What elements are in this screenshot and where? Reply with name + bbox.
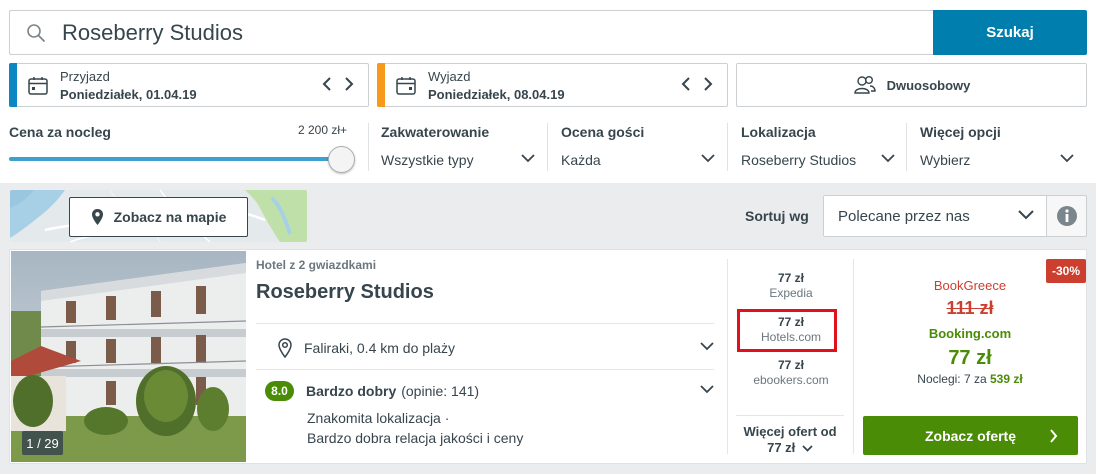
price-max-label: 2 200 zł+ <box>298 123 348 137</box>
chevron-down-icon <box>701 154 715 163</box>
sort-value: Polecane przez nas <box>838 207 970 225</box>
chevron-right-icon[interactable] <box>703 76 713 92</box>
checkin-label: Przyjazd <box>60 69 110 84</box>
checkin-date-picker[interactable]: Przyjazd Poniedziałek, 01.04.19 <box>9 63 369 107</box>
search-input[interactable] <box>62 19 882 46</box>
price-slider-handle[interactable] <box>328 146 355 173</box>
offer-item[interactable]: 77 zł Expedia <box>737 271 845 301</box>
old-price: 111 zł <box>946 298 994 318</box>
filter-divider <box>368 123 369 171</box>
calendar-icon <box>396 76 416 100</box>
hotel-name[interactable]: Roseberry Studios <box>256 281 434 304</box>
filter-divider <box>906 123 907 171</box>
offer-site: ebookers.com <box>753 373 829 387</box>
more-offers-price: 77 zł <box>767 440 796 455</box>
price-slider-track[interactable] <box>9 157 339 161</box>
location-filter[interactable]: Lokalizacja Roseberry Studios <box>741 124 896 168</box>
chevron-down-icon <box>1060 154 1074 163</box>
search-button[interactable]: Szukaj <box>933 10 1087 55</box>
view-deal-button[interactable]: Zobacz ofertę <box>863 416 1078 455</box>
checkout-label: Wyjazd <box>428 69 471 84</box>
chevron-down-icon <box>802 445 813 452</box>
sort-select[interactable]: Polecane przez nas <box>823 195 1047 237</box>
offer-item[interactable]: 77 zł ebookers.com <box>737 358 845 388</box>
hotel-rating-row[interactable]: 8.0 Bardzo dobry (opinie: 141) <box>265 381 714 401</box>
column-divider <box>727 259 728 454</box>
view-on-map-button[interactable]: Zobacz na mapie <box>69 197 248 237</box>
offer-highlight-frame <box>737 309 837 352</box>
map-pin-icon <box>91 209 103 225</box>
chevron-left-icon[interactable] <box>322 76 332 92</box>
chevron-down-icon <box>700 385 714 394</box>
more-options-filter-title: Więcej opcji <box>920 124 1001 140</box>
review-highlight: Znakomita lokalizacja · <box>307 410 450 426</box>
rating-score-badge: 8.0 <box>265 381 294 401</box>
guest-rating-filter[interactable]: Ocena gości Każda <box>561 124 716 168</box>
filter-divider <box>547 123 548 171</box>
more-options-filter-value: Wybierz <box>920 152 971 168</box>
hotel-photo[interactable]: 1 / 29 <box>11 251 246 462</box>
chevron-left-icon[interactable] <box>681 76 691 92</box>
nights-summary: Noclegi: 7 za 539 zł <box>855 372 1085 386</box>
hotel-location-row[interactable]: Faliraki, 0.4 km do plaży <box>266 333 714 363</box>
checkin-value: Poniedziałek, 01.04.19 <box>60 87 197 102</box>
info-icon <box>1056 206 1077 226</box>
location-filter-title: Lokalizacja <box>741 124 816 140</box>
accommodation-filter[interactable]: Zakwaterowanie Wszystkie typy <box>381 124 536 168</box>
map-pin-icon <box>266 338 304 358</box>
hotel-type: Hotel z 2 gwiazdkami <box>256 258 377 272</box>
chevron-down-icon <box>700 342 714 351</box>
search-header: Szukaj Przyjazd Poniedziałek, 01.04.19 W… <box>0 0 1096 183</box>
guests-selector[interactable]: Dwuosobowy <box>736 63 1087 107</box>
more-offers-button[interactable]: Więcej ofert od 77 zł <box>736 415 844 458</box>
divider <box>256 369 714 370</box>
search-field[interactable] <box>9 10 934 55</box>
location-filter-value: Roseberry Studios <box>741 152 857 168</box>
guest-rating-filter-value: Każda <box>561 152 601 168</box>
calendar-icon <box>28 76 48 100</box>
offer-price: 77 zł <box>777 358 804 372</box>
view-on-map-label: Zobacz na mapie <box>113 209 227 225</box>
chevron-right-icon[interactable] <box>344 76 354 92</box>
chevron-right-icon <box>1050 429 1058 443</box>
best-deal-site: Booking.com <box>928 326 1012 341</box>
compare-site: BookGreece <box>933 278 1007 293</box>
offer-site: Expedia <box>769 286 813 300</box>
chevron-down-icon <box>881 154 895 163</box>
guests-label: Dwuosobowy <box>886 77 971 93</box>
users-icon <box>853 76 876 94</box>
chevron-down-icon <box>1018 210 1034 220</box>
rating-word: Bardzo dobry <box>306 383 397 399</box>
chevron-down-icon <box>521 154 535 163</box>
more-offers-label: Więcej ofert od <box>743 424 837 439</box>
checkout-date-picker[interactable]: Wyjazd Poniedziałek, 08.04.19 <box>377 63 728 107</box>
checkout-value: Poniedziałek, 08.04.19 <box>428 87 565 102</box>
more-options-filter[interactable]: Więcej opcji Wybierz <box>920 124 1075 168</box>
photo-counter: 1 / 29 <box>22 431 63 455</box>
best-deal-price: 77 zł <box>948 347 992 369</box>
accommodation-filter-value: Wszystkie typy <box>381 152 474 168</box>
rating-count: (opinie: 141) <box>401 383 480 399</box>
nights-total: 539 zł <box>990 372 1023 386</box>
price-filter-title: Cena za nocleg <box>9 124 111 140</box>
column-divider <box>853 259 854 454</box>
search-icon <box>10 23 62 43</box>
sort-label: Sortuj wg <box>745 208 809 224</box>
hotel-location-text: Faliraki, 0.4 km do plaży <box>304 340 455 356</box>
guest-rating-filter-title: Ocena gości <box>561 124 645 140</box>
offer-price: 77 zł <box>777 271 804 285</box>
filter-divider <box>727 123 728 171</box>
price-filter: Cena za nocleg <box>9 124 111 142</box>
sort-info-button[interactable] <box>1047 195 1087 237</box>
view-deal-label: Zobacz ofertę <box>924 427 1016 444</box>
review-highlight: Bardzo dobra relacja jakości i ceny <box>307 430 524 446</box>
accommodation-filter-title: Zakwaterowanie <box>381 124 490 140</box>
divider <box>256 323 714 324</box>
nights-prefix: Noclegi: 7 za <box>917 372 987 386</box>
checkout-accent-bar <box>377 63 385 107</box>
checkin-accent-bar <box>9 63 17 107</box>
